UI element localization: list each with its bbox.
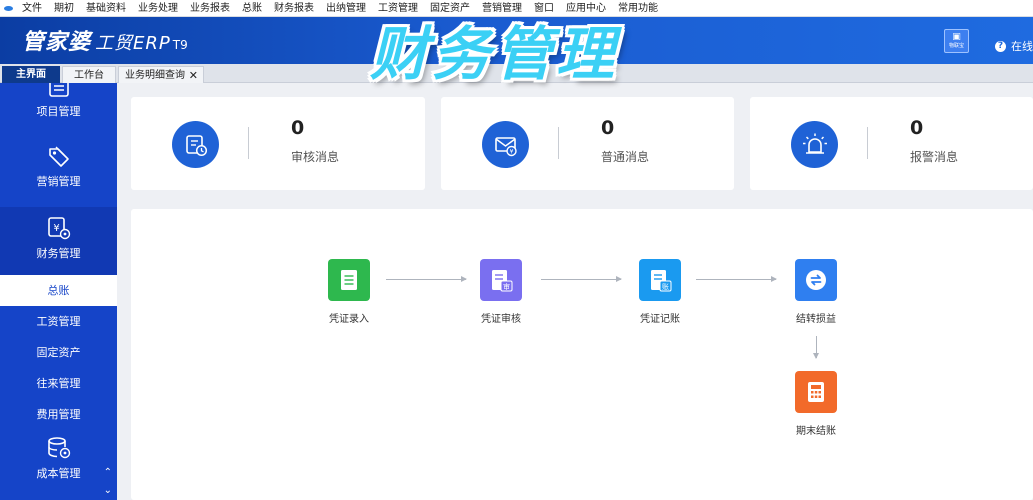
sidebar-item-fixed-assets[interactable]: 固定资产 xyxy=(0,337,117,368)
logo-product-text: 工贸ERP xyxy=(95,33,171,54)
carry-forward-icon xyxy=(795,259,837,301)
online-help[interactable]: ? 在线 xyxy=(995,38,1033,54)
sidebar-item-label: 营销管理 xyxy=(36,175,81,188)
card-divider xyxy=(867,127,868,159)
flow-arrow xyxy=(541,276,622,282)
menu-app-center[interactable]: 应用中心 xyxy=(560,0,612,17)
tag-icon xyxy=(48,146,69,167)
normal-message-label: 普通消息 xyxy=(601,150,650,164)
menu-fixed-assets[interactable]: 固定资产 xyxy=(424,0,476,17)
menu-ledger[interactable]: 总账 xyxy=(236,0,268,17)
menu-bar: 文件 期初 基础资料 业务处理 业务报表 总账 财务报表 出纳管理 工资管理 固… xyxy=(0,0,1033,17)
carry-forward-node[interactable]: 结转损益 xyxy=(776,259,856,325)
mail-icon: ¥ xyxy=(482,121,529,168)
voucher-post-node[interactable]: 账 凭证记账 xyxy=(620,259,700,325)
sidebar-item-ledger[interactable]: 总账 xyxy=(0,275,117,306)
svg-text:¥: ¥ xyxy=(509,148,513,155)
tab-business-query[interactable]: 业务明细查询 ✕ xyxy=(118,66,204,83)
menu-common-functions[interactable]: 常用功能 xyxy=(612,0,664,17)
normal-message-card[interactable]: ¥ 0 普通消息 xyxy=(441,97,734,190)
flow-arrow xyxy=(386,276,467,282)
sidebar-item-cost[interactable]: 成本管理 xyxy=(0,436,117,500)
voucher-post-icon: 账 xyxy=(639,259,681,301)
sidebar-item-marketing[interactable]: 营销管理 xyxy=(0,145,117,205)
card-divider xyxy=(558,127,559,159)
sidebar: 项目管理 营销管理 ¥ 财务管理 总账 工资管理 固定资产 往来管理 费用管理 xyxy=(0,83,117,500)
flow-arrow-down xyxy=(813,336,819,359)
audit-badge-text: 审 xyxy=(503,282,510,291)
sidebar-item-label: 项目管理 xyxy=(36,105,81,118)
scroll-up-icon[interactable]: ⌃ xyxy=(104,467,112,478)
banner-title: 财务管理 xyxy=(370,20,619,88)
sidebar-item-finance[interactable]: ¥ 财务管理 xyxy=(0,207,117,275)
flow-arrow xyxy=(696,276,777,282)
menu-window[interactable]: 窗口 xyxy=(528,0,560,17)
tab-query-label: 业务明细查询 xyxy=(125,70,185,81)
sidebar-item-salary[interactable]: 工资管理 xyxy=(0,306,117,337)
help-icon: ? xyxy=(995,40,1006,52)
iot-icon: ▣ xyxy=(952,32,961,42)
sidebar-item-label: 财务管理 xyxy=(36,247,81,260)
sidebar-item-project[interactable]: 项目管理 xyxy=(0,83,117,127)
online-label: 在线 xyxy=(1011,40,1033,53)
menu-salary[interactable]: 工资管理 xyxy=(372,0,424,17)
alarm-message-label: 报警消息 xyxy=(910,150,959,164)
period-close-icon xyxy=(795,371,837,413)
carry-forward-label: 结转损益 xyxy=(796,314,836,325)
audit-message-card[interactable]: 0 审核消息 xyxy=(131,97,425,190)
finance-icon: ¥ xyxy=(47,217,70,240)
sidebar-item-expense[interactable]: 费用管理 xyxy=(0,399,117,430)
menu-business-reports[interactable]: 业务报表 xyxy=(184,0,236,17)
close-icon[interactable]: ✕ xyxy=(189,67,198,84)
post-badge-text: 账 xyxy=(662,282,669,291)
scroll-down-icon[interactable]: ⌄ xyxy=(104,485,112,496)
alarm-message-count: 0 xyxy=(910,117,924,139)
svg-text:¥: ¥ xyxy=(53,223,59,234)
logo-version-text: T9 xyxy=(172,38,188,52)
voucher-entry-node[interactable]: 凭证录入 xyxy=(309,259,389,325)
voucher-audit-icon: 审 xyxy=(480,259,522,301)
menu-cashier[interactable]: 出纳管理 xyxy=(320,0,372,17)
period-close-label: 期末结账 xyxy=(796,426,836,437)
menu-finance-reports[interactable]: 财务报表 xyxy=(268,0,320,17)
alarm-light-icon xyxy=(791,121,838,168)
menu-file[interactable]: 文件 xyxy=(16,0,48,17)
brand-logo: 管家婆 工贸ERP T9 xyxy=(22,24,188,56)
list-icon xyxy=(48,83,69,97)
normal-message-count: 0 xyxy=(601,117,615,139)
iot-label: 物联宝 xyxy=(948,43,964,49)
tab-main[interactable]: 主界面 xyxy=(2,66,60,83)
voucher-entry-label: 凭证录入 xyxy=(329,314,369,325)
voucher-entry-icon xyxy=(328,259,370,301)
alarm-message-card[interactable]: 0 报警消息 xyxy=(750,97,1033,190)
voucher-audit-label: 凭证审核 xyxy=(481,314,521,325)
voucher-post-label: 凭证记账 xyxy=(640,314,680,325)
iot-button[interactable]: ▣ 物联宝 xyxy=(944,29,969,53)
calendar-clock-icon xyxy=(172,121,219,168)
menu-opening[interactable]: 期初 xyxy=(48,0,80,17)
database-icon xyxy=(47,437,70,459)
logo-main-text: 管家婆 xyxy=(22,30,92,55)
menu-marketing[interactable]: 营销管理 xyxy=(476,0,528,17)
audit-message-count: 0 xyxy=(291,117,305,139)
sidebar-item-dealings[interactable]: 往来管理 xyxy=(0,368,117,399)
voucher-audit-node[interactable]: 审 凭证审核 xyxy=(461,259,541,325)
menu-basic-data[interactable]: 基础资料 xyxy=(80,0,132,17)
audit-message-label: 审核消息 xyxy=(291,150,340,164)
sidebar-item-label: 成本管理 xyxy=(36,467,81,480)
finance-workflow-panel: 凭证录入 审 凭证审核 账 凭证记账 结转损益 期末结账 xyxy=(131,209,1033,500)
tab-workbench[interactable]: 工作台 xyxy=(62,66,116,83)
period-close-node[interactable]: 期末结账 xyxy=(776,371,856,437)
card-divider xyxy=(248,127,249,159)
menu-business[interactable]: 业务处理 xyxy=(132,0,184,17)
app-icon xyxy=(0,0,16,17)
